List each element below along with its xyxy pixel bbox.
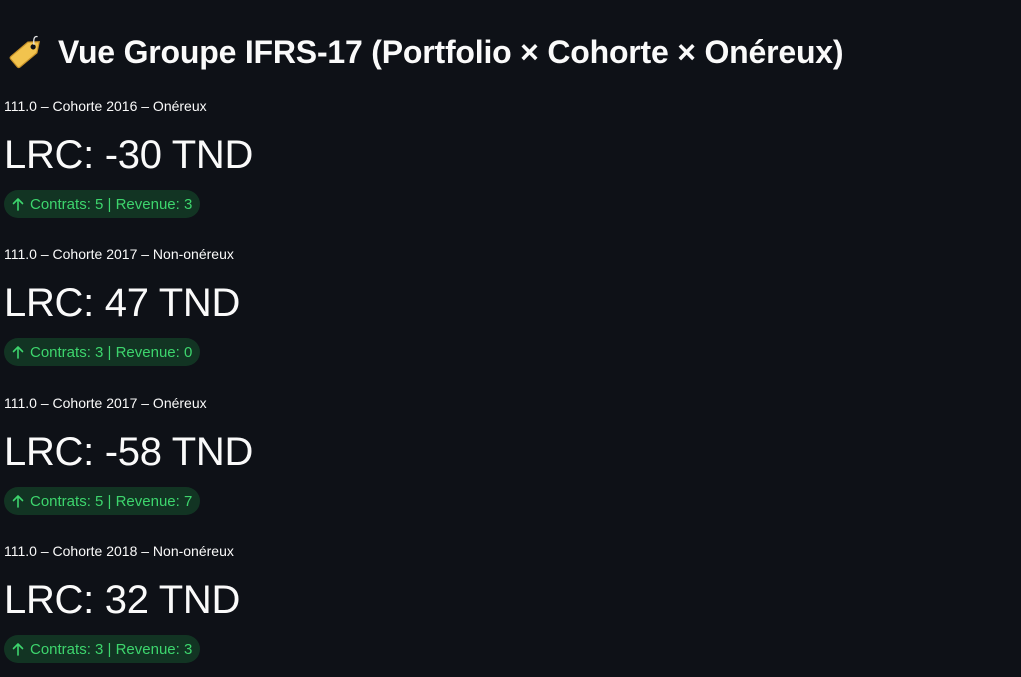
metric-delta-text: Contrats: 5 | Revenue: 3 — [30, 195, 193, 213]
metric-label: 111.0 – Cohorte 2016 – Onéreux — [4, 98, 207, 114]
arrow-up-icon — [12, 643, 24, 656]
page-title: Vue Groupe IFRS-17 (Portfolio × Cohorte … — [58, 33, 844, 70]
metric-label: 111.0 – Cohorte 2018 – Non-onéreux — [4, 543, 234, 559]
app-page: Vue Groupe IFRS-17 (Portfolio × Cohorte … — [0, 0, 1021, 677]
metric-delta-badge: Contrats: 5 | Revenue: 7 — [4, 487, 201, 515]
metric-value: LRC: -30 TND — [4, 133, 254, 177]
metric-delta-badge: Contrats: 3 | Revenue: 3 — [4, 635, 201, 663]
metric-delta-badge: Contrats: 3 | Revenue: 0 — [4, 338, 201, 366]
arrow-up-icon — [12, 346, 24, 359]
metric-value: LRC: 47 TND — [4, 281, 241, 325]
metric-delta-text: Contrats: 3 | Revenue: 0 — [30, 343, 193, 361]
metric-value: LRC: -58 TND — [4, 430, 254, 474]
metric-delta-badge: Contrats: 5 | Revenue: 3 — [4, 190, 201, 218]
metric-label: 111.0 – Cohorte 2017 – Onéreux — [4, 395, 207, 411]
metric-card: 111.0 – Cohorte 2017 – Onéreux LRC: -58 … — [4, 393, 253, 515]
page-header: Vue Groupe IFRS-17 (Portfolio × Cohorte … — [8, 28, 844, 76]
metric-value: LRC: 32 TND — [4, 578, 241, 622]
label-tag-icon — [9, 35, 41, 69]
metric-card: 111.0 – Cohorte 2018 – Non-onéreux LRC: … — [4, 541, 240, 663]
arrow-up-icon — [12, 198, 24, 211]
metric-card: 111.0 – Cohorte 2017 – Non-onéreux LRC: … — [4, 244, 240, 366]
metric-card: 111.0 – Cohorte 2016 – Onéreux LRC: -30 … — [4, 96, 253, 218]
metric-delta-text: Contrats: 3 | Revenue: 3 — [30, 640, 193, 658]
metric-label: 111.0 – Cohorte 2017 – Non-onéreux — [4, 246, 234, 262]
metric-delta-text: Contrats: 5 | Revenue: 7 — [30, 492, 193, 510]
arrow-up-icon — [12, 495, 24, 508]
